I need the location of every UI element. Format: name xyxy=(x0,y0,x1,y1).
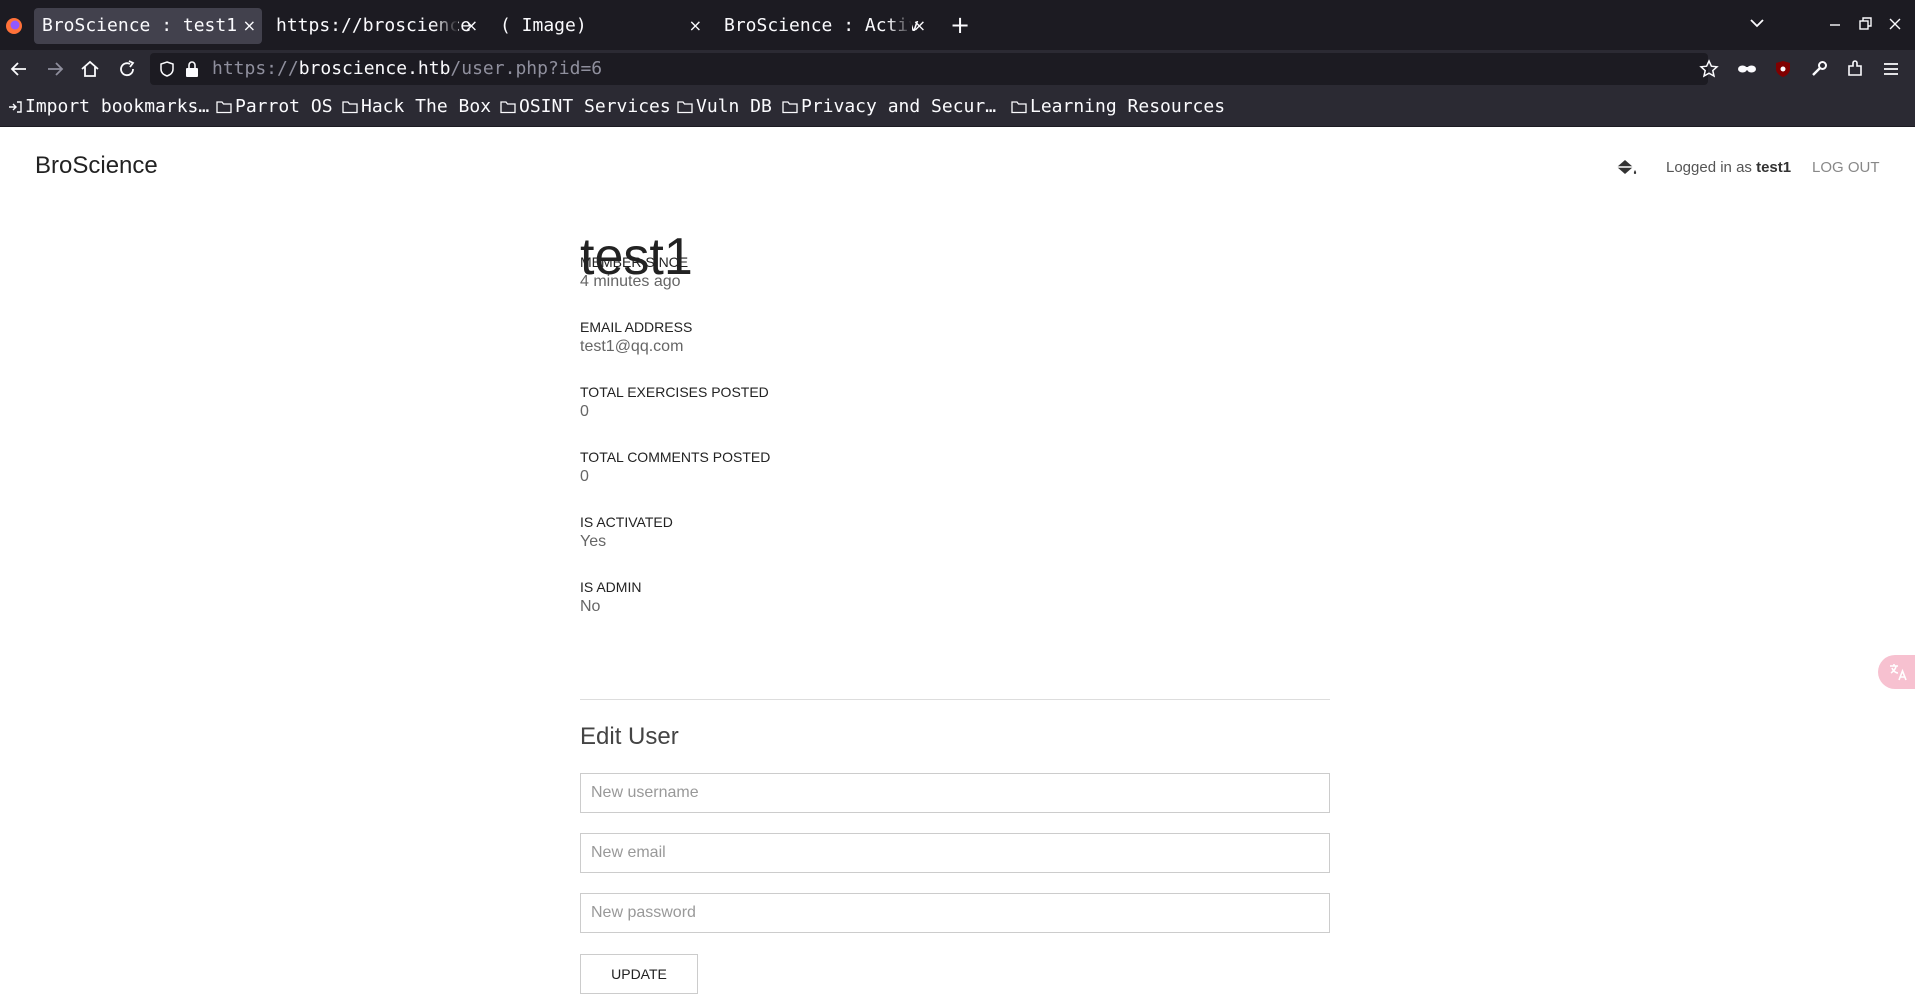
field-label-comments: TOTAL COMMENTS POSTED xyxy=(580,449,771,465)
tab-list-chevron-icon[interactable] xyxy=(1749,17,1765,29)
url-host: broscience.htb xyxy=(298,58,451,79)
bookmark-folder-vuln-db[interactable]: Vuln DB xyxy=(677,88,772,126)
star-icon[interactable] xyxy=(1698,58,1720,80)
tab-label: ( Image) xyxy=(500,15,587,36)
field-value-email: test1@qq.com xyxy=(580,338,684,355)
url-text[interactable]: https://broscience.htb/user.php?id=6 xyxy=(212,53,602,85)
browser-nav-bar: https://broscience.htb/user.php?id=6 xyxy=(0,50,1915,88)
field-label-activated: IS ACTIVATED xyxy=(580,514,673,530)
lock-icon[interactable] xyxy=(184,60,200,78)
field-value-admin: No xyxy=(580,598,601,615)
bookmark-label: OSINT Services xyxy=(519,96,671,117)
reload-icon[interactable] xyxy=(116,58,138,80)
bookmark-label: Parrot OS xyxy=(235,96,333,117)
tab-broscience-url[interactable]: https://broscience × xyxy=(268,8,484,44)
edit-user-heading: Edit User xyxy=(580,723,679,750)
tab-close-button[interactable]: × xyxy=(243,8,256,44)
menu-icon[interactable] xyxy=(1880,58,1902,80)
tab-close-button[interactable]: × xyxy=(913,8,926,44)
extensions-icon[interactable] xyxy=(1844,58,1866,80)
folder-icon xyxy=(342,101,358,114)
firefox-logo-icon xyxy=(6,18,22,34)
logged-in-prefix: Logged in as xyxy=(1666,159,1752,176)
new-email-input[interactable] xyxy=(580,833,1330,873)
shield-icon[interactable] xyxy=(158,60,176,78)
field-value-comments: 0 xyxy=(580,468,589,485)
tab-broscience-test1[interactable]: BroScience : test1 × xyxy=(34,8,262,44)
import-icon xyxy=(9,101,22,113)
bookmark-label: Hack The Box xyxy=(361,96,492,117)
bookmark-folder-privacy-security[interactable]: Privacy and Secur… xyxy=(782,88,996,126)
field-value-member-since: 4 minutes ago xyxy=(580,273,681,290)
mask-icon[interactable] xyxy=(1736,58,1758,80)
bookmark-folder-osint-services[interactable]: OSINT Services xyxy=(500,88,671,126)
bookmark-label: Import bookmarks… xyxy=(25,96,210,117)
logged-in-status: Logged in as test1 xyxy=(1666,159,1791,176)
new-username-input[interactable] xyxy=(580,773,1330,813)
bookmark-folder-hack-the-box[interactable]: Hack The Box xyxy=(342,88,491,126)
tab-image[interactable]: ( Image) × xyxy=(492,8,708,44)
forward-arrow-icon[interactable] xyxy=(44,58,66,80)
close-window-icon[interactable] xyxy=(1888,12,1902,36)
folder-icon xyxy=(677,101,693,114)
bookmark-folder-learning-resources[interactable]: Learning Resources xyxy=(1011,88,1225,126)
site-brand-link[interactable]: BroScience xyxy=(35,152,158,180)
url-path: /user.php?id=6 xyxy=(450,58,603,79)
folder-icon xyxy=(782,101,798,114)
bookmark-label: Privacy and Secur… xyxy=(801,96,997,117)
folder-icon xyxy=(500,101,516,114)
logged-in-username: test1 xyxy=(1756,159,1792,176)
folder-icon xyxy=(216,101,232,114)
translate-widget[interactable] xyxy=(1878,655,1915,689)
restore-icon[interactable] xyxy=(1858,12,1872,36)
translate-icon xyxy=(1890,664,1907,681)
bookmark-label: Vuln DB xyxy=(696,96,772,117)
folder-icon xyxy=(1011,101,1027,114)
tab-close-button[interactable]: × xyxy=(689,8,702,44)
bookmark-import[interactable]: Import bookmarks… xyxy=(8,88,209,126)
wrench-icon[interactable] xyxy=(1808,58,1830,80)
update-button[interactable]: UPDATE xyxy=(580,954,698,994)
new-tab-button[interactable]: + xyxy=(950,10,970,40)
tab-broscience-activate[interactable]: BroScience : Activ × xyxy=(716,8,932,44)
home-icon[interactable] xyxy=(79,58,101,80)
logout-link[interactable]: LOG OUT xyxy=(1812,159,1880,176)
field-value-activated: Yes xyxy=(580,533,607,550)
web-page: BroScience Logged in as test1 LOG OUT te… xyxy=(0,127,1915,998)
bookmark-folder-parrot-os[interactable]: Parrot OS xyxy=(216,88,333,126)
field-label-member-since: MEMBER SINCE xyxy=(580,254,689,270)
ublock-icon[interactable] xyxy=(1772,58,1794,80)
field-label-email: EMAIL ADDRESS xyxy=(580,319,693,335)
browser-tab-bar: BroScience : test1 × https://broscience … xyxy=(0,0,1915,50)
section-divider xyxy=(580,699,1330,700)
new-password-input[interactable] xyxy=(580,893,1330,933)
url-scheme: https:// xyxy=(212,58,299,79)
field-label-exercises: TOTAL EXERCISES POSTED xyxy=(580,384,769,400)
tab-label: BroScience : test1 xyxy=(42,15,238,36)
tab-close-button[interactable]: × xyxy=(465,8,478,44)
url-bar[interactable]: https://broscience.htb/user.php?id=6 xyxy=(150,53,1708,85)
field-label-admin: IS ADMIN xyxy=(580,579,642,595)
paint-bucket-icon[interactable] xyxy=(1614,157,1638,179)
back-arrow-icon[interactable] xyxy=(8,58,30,80)
field-value-exercises: 0 xyxy=(580,403,589,420)
minimize-icon[interactable] xyxy=(1828,12,1842,36)
bookmark-label: Learning Resources xyxy=(1030,96,1226,117)
bookmarks-toolbar: Import bookmarks… Parrot OS Hack The Box… xyxy=(0,88,1915,127)
